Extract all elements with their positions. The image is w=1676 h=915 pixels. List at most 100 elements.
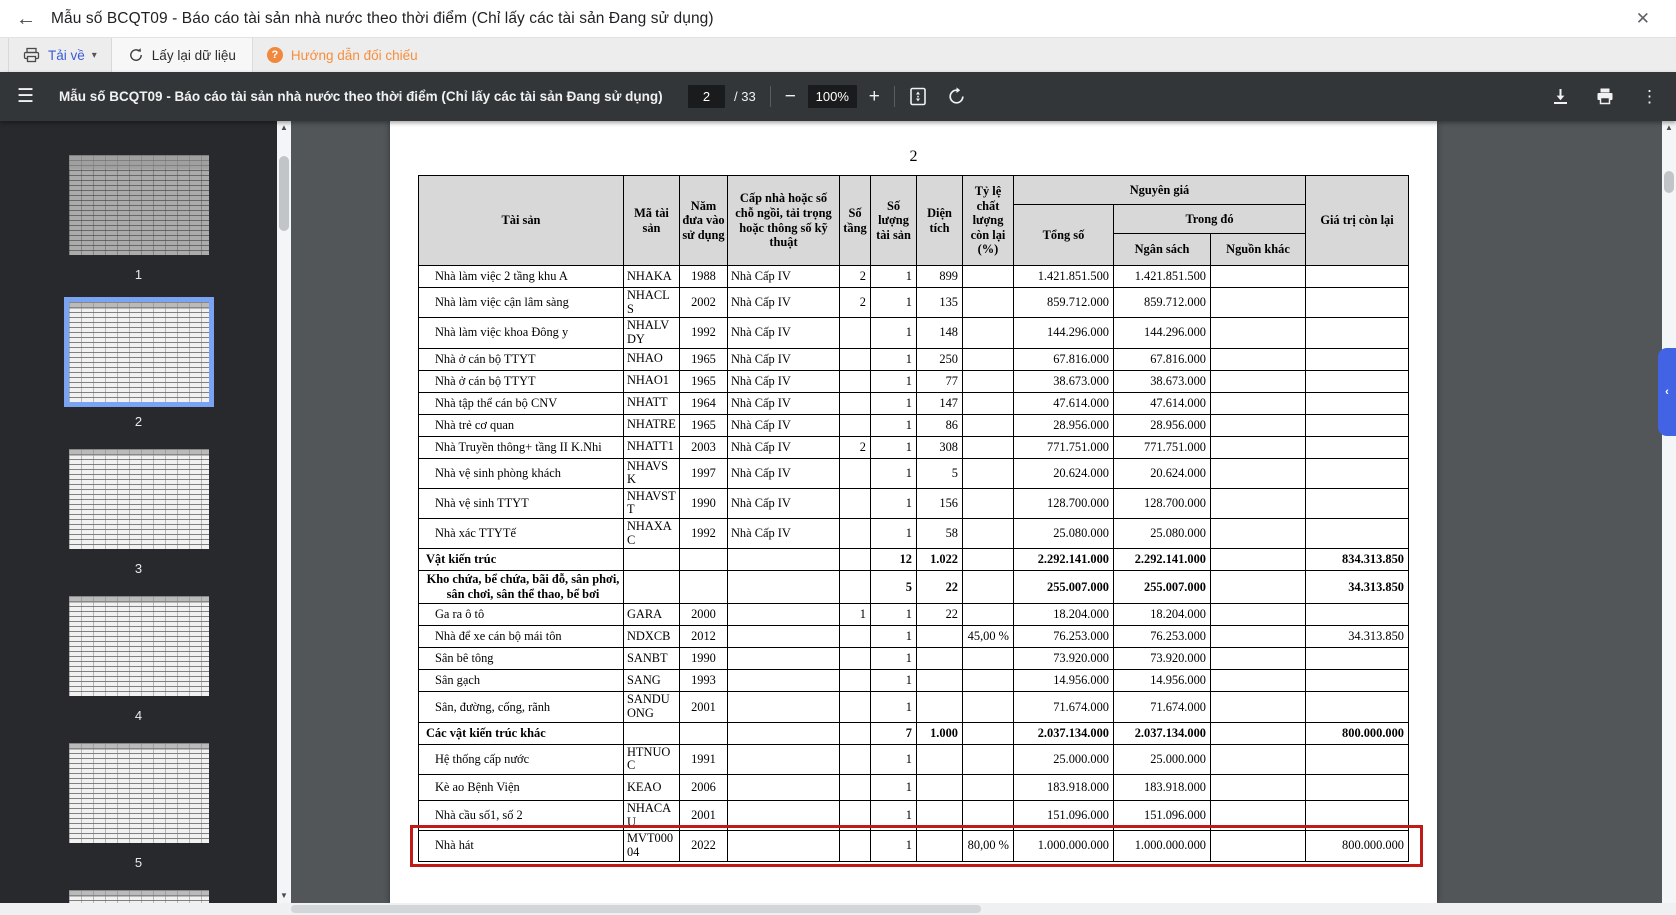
- cell-area: 58: [916, 519, 962, 549]
- cell-floors: [839, 626, 870, 648]
- thumbnail-image[interactable]: [69, 596, 209, 696]
- pdf-canvas: 2 Tài sản Mã tài sản Năm đưa vào sử dụng…: [291, 121, 1662, 903]
- cell-area: 1.022: [916, 549, 962, 571]
- thumbnail-page-3[interactable]: 3: [0, 449, 277, 576]
- window-title: Mẫu số BCQT09 - Báo cáo tài sản nhà nước…: [51, 10, 714, 28]
- thumbnail-page-4[interactable]: 4: [0, 596, 277, 723]
- reload-data-button[interactable]: Lấy lại dữ liệu: [112, 38, 253, 72]
- cell-total: 71.674.000: [1013, 692, 1113, 722]
- cell-quality: [962, 288, 1013, 318]
- cell-code: [623, 549, 679, 571]
- thumbnail-image[interactable]: [69, 890, 209, 903]
- cell-floors: [839, 414, 870, 436]
- thumbnail-page-6[interactable]: 6: [0, 890, 277, 903]
- sidebar-scrollbar[interactable]: ▲ ▼: [277, 121, 291, 903]
- cell-floors: [839, 458, 870, 488]
- cell-qty: 1: [870, 692, 916, 722]
- thumbnail-image[interactable]: [69, 302, 209, 402]
- scroll-up-icon[interactable]: ▲: [1662, 121, 1676, 135]
- page-count-label: / 33: [734, 89, 756, 104]
- collapse-panel-tab[interactable]: ‹: [1658, 348, 1676, 436]
- cell-code: NHATT: [623, 392, 679, 414]
- thumbnail-page-2[interactable]: 2: [0, 302, 277, 429]
- cell-year: 1991: [679, 744, 727, 774]
- cell-code: NHACAU: [623, 800, 679, 830]
- zoom-level-input[interactable]: 100%: [808, 85, 857, 108]
- cell-code: KEAO: [623, 774, 679, 800]
- cell-qty: 1: [870, 670, 916, 692]
- asset-table-body: Nhà làm việc 2 tầng khu ANHAKA1988Nhà Cấ…: [418, 266, 1408, 862]
- cell-budget: 144.296.000: [1113, 318, 1210, 348]
- close-icon[interactable]: ✕: [1636, 9, 1650, 29]
- rotate-icon[interactable]: [947, 87, 966, 106]
- chevron-left-icon: ‹: [1665, 386, 1669, 398]
- cell-name: Nhà ở cán bộ TTYT: [418, 370, 623, 392]
- cell-year: 1990: [679, 648, 727, 670]
- thumbnail-image[interactable]: [69, 449, 209, 549]
- cell-floors: [839, 392, 870, 414]
- header-cap: Cấp nhà hoặc số chỗ ngồi, tải trọng hoặc…: [727, 176, 839, 266]
- cell-total: 2.292.141.000: [1013, 549, 1113, 571]
- header-nam: Năm đưa vào sử dụng: [679, 176, 727, 266]
- cell-qty: 7: [870, 722, 916, 744]
- cell-code: NHACLS: [623, 288, 679, 318]
- horizontal-scrollbar[interactable]: [0, 903, 1676, 915]
- cell-area: 77: [916, 370, 962, 392]
- cell-qty: 1: [870, 392, 916, 414]
- scroll-down-icon[interactable]: ▼: [277, 889, 291, 903]
- zoom-in-icon[interactable]: +: [869, 86, 880, 108]
- cell-area: 899: [916, 266, 962, 288]
- cell-quality: [962, 722, 1013, 744]
- cell-year: [679, 722, 727, 744]
- cell-area: 148: [916, 318, 962, 348]
- main-scrollbar-thumb[interactable]: [1664, 171, 1674, 193]
- guide-label: Hướng dẫn đối chiếu: [291, 48, 418, 63]
- scroll-up-icon[interactable]: ▲: [277, 121, 291, 135]
- toolbar-divider: [894, 86, 895, 107]
- page-number-input[interactable]: 2: [688, 85, 725, 108]
- cell-grade: [727, 549, 839, 571]
- cell-code: NHAO1: [623, 370, 679, 392]
- window-title-bar: ← Mẫu số BCQT09 - Báo cáo tài sản nhà nư…: [0, 0, 1676, 38]
- cell-budget: 38.673.000: [1113, 370, 1210, 392]
- cell-other: [1210, 604, 1305, 626]
- more-options-icon[interactable]: ⋮: [1641, 87, 1658, 107]
- zoom-out-icon[interactable]: −: [785, 86, 796, 108]
- guide-link[interactable]: ? Hướng dẫn đối chiếu: [253, 38, 432, 72]
- cell-qty: 1: [870, 519, 916, 549]
- thumbnail-image[interactable]: [69, 155, 209, 255]
- fit-page-icon[interactable]: [909, 87, 927, 106]
- header-ngansach: Ngân sách: [1113, 234, 1210, 266]
- horizontal-scrollbar-thumb[interactable]: [291, 905, 981, 913]
- download-icon[interactable]: [1552, 88, 1569, 105]
- print-icon[interactable]: [1596, 88, 1614, 105]
- cell-quality: [962, 318, 1013, 348]
- cell-code: NHAVSTT: [623, 488, 679, 518]
- cell-remaining: 800.000.000: [1306, 722, 1409, 744]
- cell-year: 1992: [679, 318, 727, 348]
- sidebar-scrollbar-thumb[interactable]: [279, 156, 289, 231]
- header-giatri: Giá trị còn lại: [1306, 176, 1409, 266]
- table-row: Kho chứa, bể chứa, bãi đỗ, sân phơi, sân…: [418, 571, 1408, 604]
- back-arrow-icon[interactable]: ←: [16, 9, 36, 29]
- cell-total: 76.253.000: [1013, 626, 1113, 648]
- menu-icon[interactable]: ☰: [17, 85, 34, 108]
- cell-quality: 45,00 %: [962, 626, 1013, 648]
- cell-code: NHAVSK: [623, 458, 679, 488]
- thumbnail-page-5[interactable]: 5: [0, 743, 277, 870]
- cell-code: HTNUOC: [623, 744, 679, 774]
- cell-total: 771.751.000: [1013, 436, 1113, 458]
- table-row: Các vật kiến trúc khác71.0002.037.134.00…: [418, 722, 1408, 744]
- cell-total: 28.956.000: [1013, 414, 1113, 436]
- cell-quality: [962, 519, 1013, 549]
- cell-qty: 1: [870, 266, 916, 288]
- cell-budget: 71.674.000: [1113, 692, 1210, 722]
- cell-remaining: 800.000.000: [1306, 831, 1409, 861]
- page-number-label: 2: [390, 148, 1437, 166]
- download-button[interactable]: Tải về ▾: [8, 38, 112, 72]
- thumbnail-page-1[interactable]: 1: [0, 155, 277, 282]
- main-scrollbar[interactable]: ▲: [1662, 121, 1676, 903]
- cell-quality: [962, 488, 1013, 518]
- thumbnail-image[interactable]: [69, 743, 209, 843]
- cell-budget: 128.700.000: [1113, 488, 1210, 518]
